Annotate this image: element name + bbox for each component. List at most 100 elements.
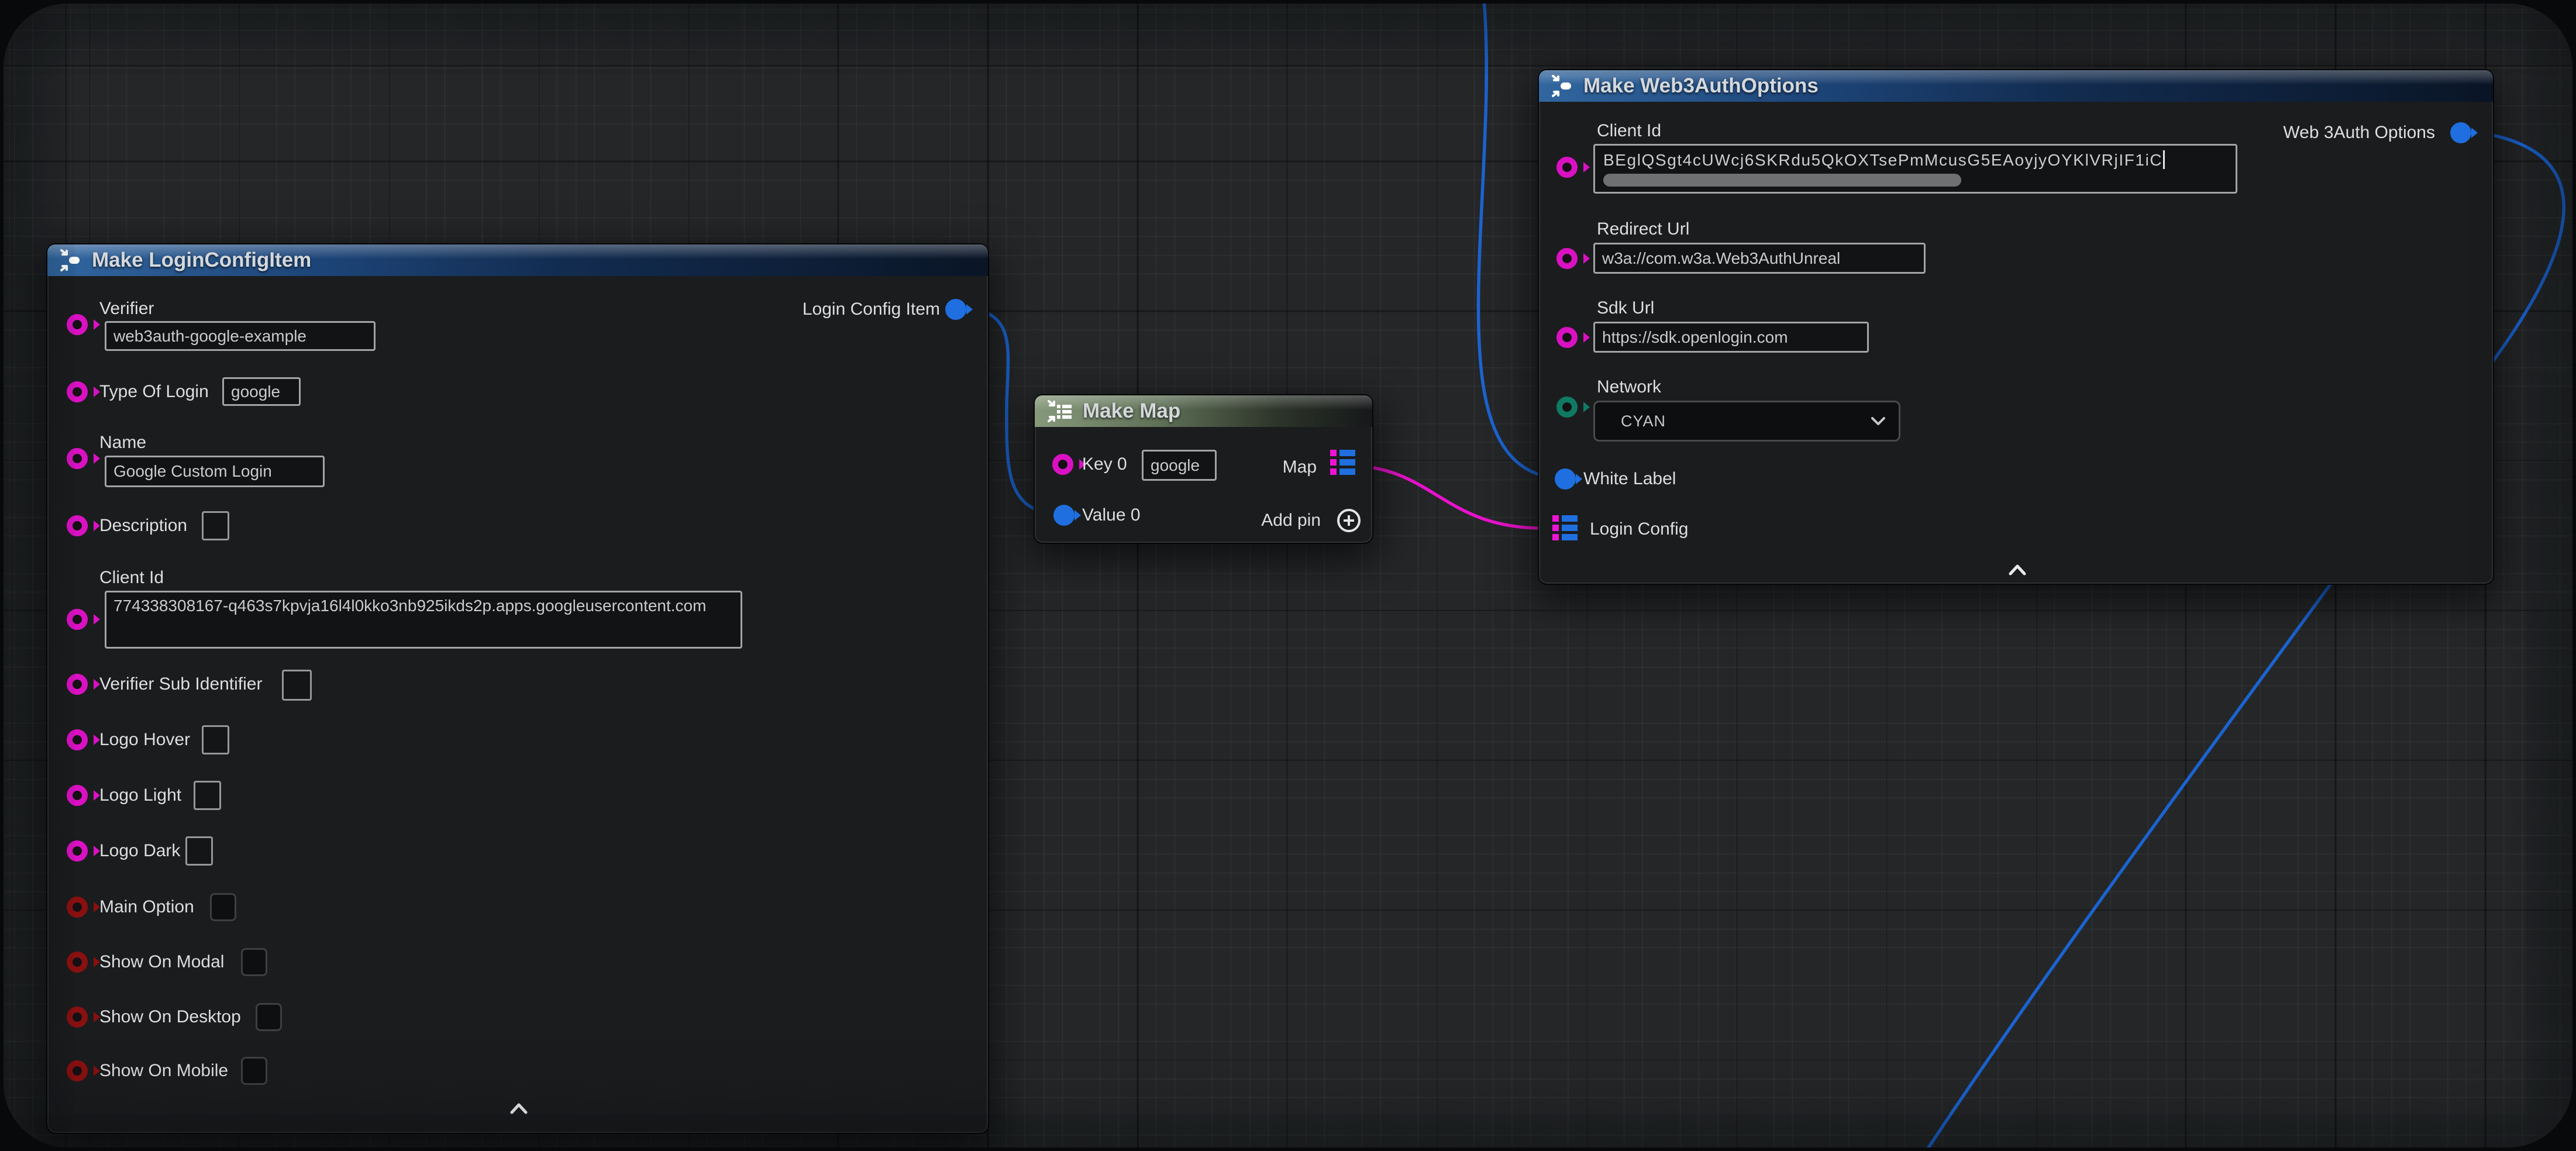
pin-label-logo-light: Logo Light	[99, 785, 181, 806]
pin-label-client-id: Client Id	[99, 567, 164, 588]
map-value-swatch	[1562, 534, 1578, 540]
pin-web3auth-options-out[interactable]	[2450, 122, 2471, 143]
wire-map-to-loginconfig[interactable]	[1359, 466, 1550, 528]
client-id-input[interactable]: 774338308167-q463s7kpvja16l4l0kko3nb925i…	[105, 591, 742, 649]
pin-main-option[interactable]	[67, 897, 88, 918]
pin-label-logo-hover: Logo Hover	[99, 729, 190, 750]
collapse-node-button[interactable]	[505, 1100, 533, 1117]
pin-value0[interactable]	[1053, 505, 1075, 526]
map-value-swatch	[1562, 515, 1578, 522]
pin-label-description: Description	[99, 515, 187, 536]
pin-description[interactable]	[67, 515, 88, 536]
pin-label-name: Name	[99, 432, 146, 453]
show-on-modal-checkbox[interactable]	[241, 948, 267, 976]
output-label-web3auth-options: Web 3Auth Options	[2283, 122, 2435, 143]
logo-hover-input[interactable]	[202, 725, 229, 754]
node-header-make-map[interactable]: Make Map	[1035, 395, 1372, 427]
add-pin-label: Add pin	[1261, 510, 1321, 531]
pin-show-on-modal[interactable]	[67, 952, 88, 973]
pin-white-label[interactable]	[1555, 468, 1576, 490]
pin-redirect-url[interactable]	[1556, 248, 1578, 269]
chevron-down-icon	[1871, 416, 1886, 426]
pin-verifier-sub-identifier[interactable]	[67, 674, 88, 695]
pin-label-show-on-modal: Show On Modal	[99, 952, 224, 973]
pin-login-config[interactable]	[1552, 515, 1578, 540]
pin-show-on-desktop[interactable]	[67, 1007, 88, 1028]
pin-client-id[interactable]	[67, 609, 88, 630]
client-id-hscrollbar[interactable]	[1603, 174, 1961, 187]
map-key-swatch	[1552, 534, 1559, 540]
make-map-icon	[1044, 398, 1075, 425]
network-dropdown[interactable]: CYAN	[1593, 401, 1900, 442]
pin-logo-dark[interactable]	[67, 840, 88, 861]
verifier-sub-identifier-input[interactable]	[282, 670, 312, 701]
node-make-web3authoptions[interactable]: Make Web3AuthOptions Web 3Auth Options C…	[1538, 69, 2494, 585]
map-value-swatch	[1562, 525, 1578, 531]
pin-label-main-option: Main Option	[99, 897, 194, 918]
make-struct-icon	[1548, 73, 1575, 99]
pin-logo-light[interactable]	[67, 785, 88, 806]
pin-label-show-on-mobile: Show On Mobile	[99, 1060, 228, 1081]
verifier-input[interactable]: web3auth-google-example	[105, 321, 376, 351]
pin-label-sdk-url: Sdk Url	[1597, 298, 1654, 319]
pin-label-show-on-desktop: Show On Desktop	[99, 1007, 241, 1028]
pin-key0[interactable]	[1052, 454, 1073, 475]
map-key-swatch	[1552, 515, 1559, 522]
map-value-swatch	[1339, 459, 1355, 466]
pin-network[interactable]	[1556, 397, 1578, 418]
map-value-swatch	[1339, 468, 1355, 475]
network-selected-value: CYAN	[1621, 412, 1666, 430]
text-caret	[2163, 150, 2165, 169]
pin-label-logo-dark: Logo Dark	[99, 840, 180, 861]
output-label-login-config-item: Login Config Item	[803, 299, 940, 320]
pin-verifier[interactable]	[67, 314, 88, 335]
pin-label-value0: Value 0	[1082, 505, 1141, 526]
pin-login-config-item-out[interactable]	[945, 299, 966, 320]
pin-map-out[interactable]	[1330, 450, 1355, 475]
pin-client-id[interactable]	[1556, 157, 1578, 178]
show-on-mobile-checkbox[interactable]	[241, 1057, 267, 1085]
collapse-node-button[interactable]	[2003, 561, 2031, 578]
map-key-swatch	[1330, 459, 1337, 466]
key0-input[interactable]: google	[1142, 450, 1217, 481]
pin-label-verifier-sub-identifier: Verifier Sub Identifier	[99, 674, 262, 695]
map-key-swatch	[1552, 525, 1559, 531]
pin-label-network: Network	[1597, 377, 1661, 398]
pin-show-on-mobile[interactable]	[67, 1060, 88, 1081]
pin-name[interactable]	[67, 448, 88, 469]
pin-label-white-label: White Label	[1583, 468, 1676, 490]
type-of-login-input[interactable]: google	[222, 377, 301, 406]
node-make-loginconfigitem[interactable]: Make LoginConfigItem Login Config Item V…	[46, 243, 989, 1134]
client-id-value: BEglQSgt4cUWcj6SKRdu5QkOXTsePmMcusG5EAoy…	[1603, 151, 2162, 169]
node-make-map[interactable]: Make Map Key 0 google Value 0 Map Add pi…	[1034, 394, 1373, 544]
node-title: Make Web3AuthOptions	[1583, 74, 1819, 98]
map-key-swatch	[1330, 468, 1337, 475]
logo-light-input[interactable]	[194, 781, 221, 810]
make-struct-icon	[57, 247, 84, 274]
blueprint-canvas[interactable]: Make LoginConfigItem Login Config Item V…	[4, 4, 2572, 1147]
logo-dark-input[interactable]	[185, 836, 213, 866]
output-label-map: Map	[1283, 457, 1317, 478]
add-pin-button[interactable]	[1337, 509, 1361, 532]
node-title: Make Map	[1083, 399, 1180, 423]
redirect-url-input[interactable]: w3a://com.w3a.Web3AuthUnreal	[1593, 243, 1926, 274]
pin-label-client-id: Client Id	[1597, 120, 1661, 142]
pin-label-login-config: Login Config	[1590, 519, 1688, 540]
map-value-swatch	[1339, 450, 1355, 456]
sdk-url-input[interactable]: https://sdk.openlogin.com	[1593, 322, 1869, 353]
map-key-swatch	[1330, 450, 1337, 456]
pin-label-key0: Key 0	[1082, 454, 1127, 475]
node-header-make-web3authoptions[interactable]: Make Web3AuthOptions	[1539, 70, 2493, 102]
node-header-make-loginconfigitem[interactable]: Make LoginConfigItem	[47, 244, 988, 276]
main-option-checkbox[interactable]	[210, 893, 236, 921]
show-on-desktop-checkbox[interactable]	[256, 1003, 282, 1031]
description-input[interactable]	[202, 511, 229, 540]
pin-type-of-login[interactable]	[67, 381, 88, 402]
pin-label-redirect-url: Redirect Url	[1597, 219, 1689, 240]
client-id-input[interactable]: BEglQSgt4cUWcj6SKRdu5QkOXTsePmMcusG5EAoy…	[1593, 144, 2237, 194]
pin-label-type-of-login: Type Of Login	[99, 381, 209, 402]
pin-sdk-url[interactable]	[1556, 327, 1578, 348]
name-input[interactable]: Google Custom Login	[105, 456, 325, 487]
pin-logo-hover[interactable]	[67, 729, 88, 750]
node-title: Make LoginConfigItem	[92, 249, 311, 272]
